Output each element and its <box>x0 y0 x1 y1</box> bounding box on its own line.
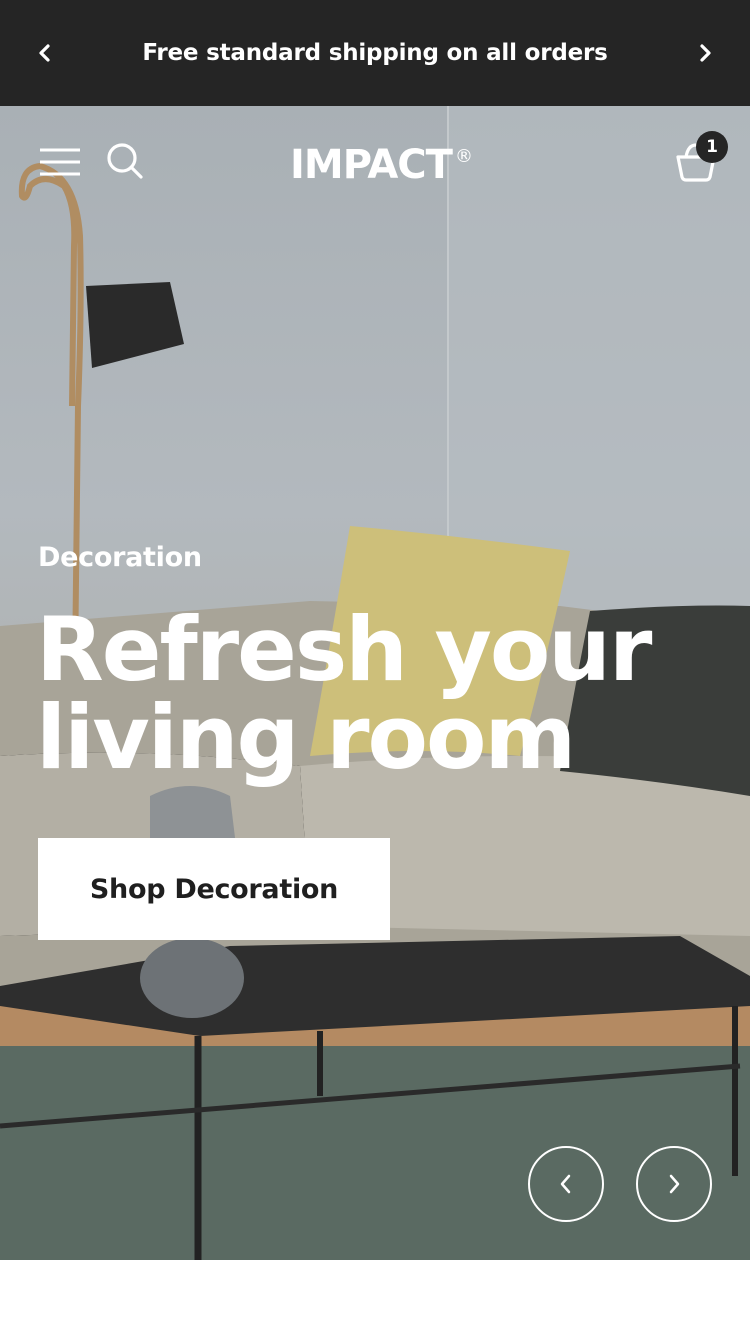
chevron-right-icon <box>700 44 711 62</box>
search-button[interactable] <box>104 140 146 182</box>
slide-next-button[interactable] <box>636 1146 712 1222</box>
next-section <box>0 1260 750 1334</box>
chevron-left-icon <box>39 44 50 62</box>
cart-count-badge: 1 <box>696 131 728 163</box>
announcement-bar: Free standard shipping on all orders <box>0 0 750 106</box>
slide-prev-button[interactable] <box>528 1146 604 1222</box>
hero-slideshow: IMPACT ® 1 Decoration Refresh your living… <box>0 106 750 1260</box>
logo-text: IMPACT <box>290 142 453 188</box>
search-icon <box>107 143 143 179</box>
chevron-left-icon <box>560 1174 571 1194</box>
logo-registered-mark: ® <box>455 146 473 167</box>
hero-headline: Refresh your living room <box>36 598 652 789</box>
announcement-next-button[interactable] <box>690 38 720 68</box>
site-logo[interactable]: IMPACT ® <box>290 140 473 190</box>
hero-kicker: Decoration <box>38 542 202 573</box>
shop-decoration-button[interactable]: Shop Decoration <box>38 838 390 940</box>
announcement-text: Free standard shipping on all orders <box>142 40 608 66</box>
chevron-right-icon <box>669 1174 680 1194</box>
menu-icon <box>40 148 80 176</box>
announcement-prev-button[interactable] <box>30 38 60 68</box>
menu-button[interactable] <box>34 142 86 182</box>
